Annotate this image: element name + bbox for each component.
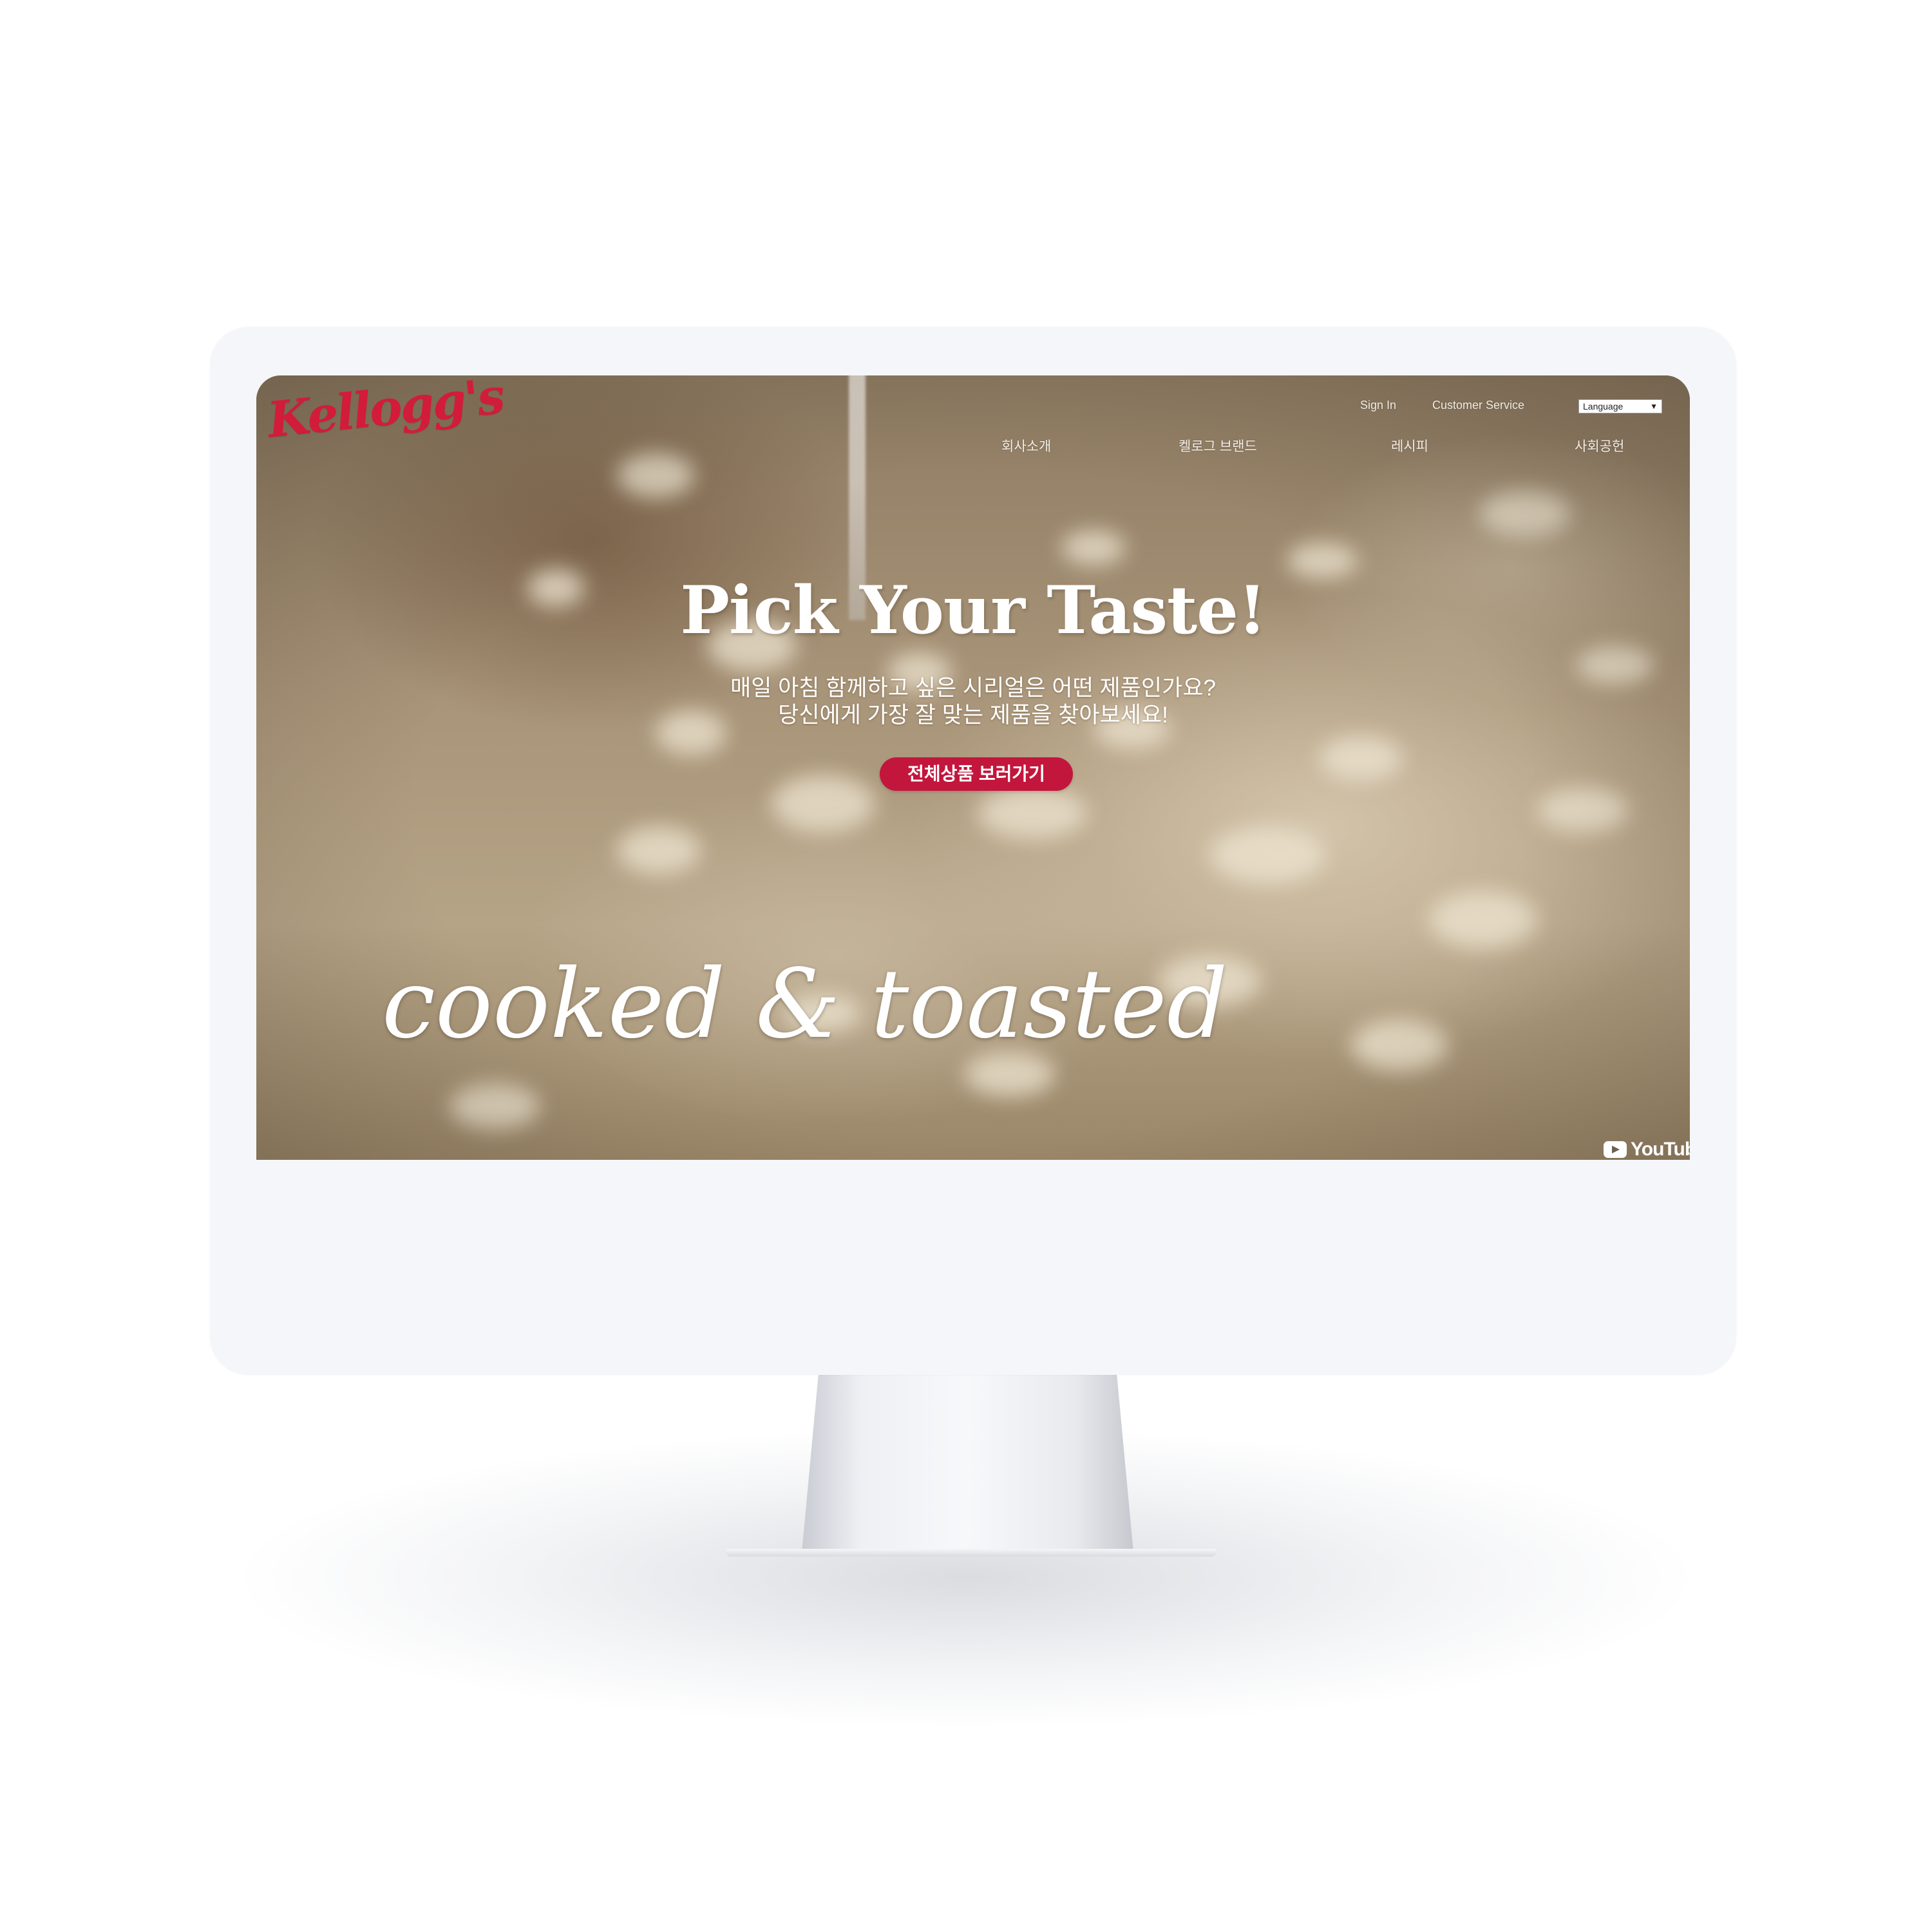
- monitor-stand: [802, 1375, 1133, 1552]
- hero-subtitle: 매일 아침 함께하고 싶은 시리얼은 어떤 제품인가요? 당신에게 가장 잘 맞…: [256, 675, 1690, 729]
- youtube-badge[interactable]: YouTube: [1604, 1139, 1690, 1160]
- customer-service-link[interactable]: Customer Service: [1432, 399, 1524, 412]
- view-all-products-button[interactable]: 전체상품 보러가기: [880, 757, 1073, 791]
- nav-item-social[interactable]: 사회공헌: [1575, 436, 1624, 455]
- hero-subtitle-line: 매일 아침 함께하고 싶은 시리얼은 어떤 제품인가요?: [730, 676, 1216, 701]
- video-caption: cooked & toasted: [382, 949, 1228, 1059]
- sign-in-link[interactable]: Sign In: [1360, 399, 1396, 412]
- nav-item-recipes[interactable]: 레시피: [1391, 436, 1428, 455]
- language-select[interactable]: Language ▼: [1578, 399, 1662, 413]
- hero-subtitle-line: 당신에게 가장 잘 맞는 제품을 찾아보세요!: [778, 703, 1168, 728]
- youtube-label: YouTube: [1631, 1139, 1690, 1160]
- nav-item-company[interactable]: 회사소개: [1001, 436, 1051, 455]
- chevron-down-icon: ▼: [1650, 402, 1658, 411]
- nav-item-brands[interactable]: 켈로그 브랜드: [1179, 436, 1257, 455]
- hero-title: Pick Your Taste!: [680, 572, 1267, 649]
- website-screen: Kellogg's Sign In Customer Service Langu…: [256, 375, 1690, 1160]
- monitor-stand-base: [726, 1549, 1216, 1557]
- youtube-play-icon: [1604, 1141, 1627, 1158]
- language-select-value: Language: [1583, 401, 1624, 412]
